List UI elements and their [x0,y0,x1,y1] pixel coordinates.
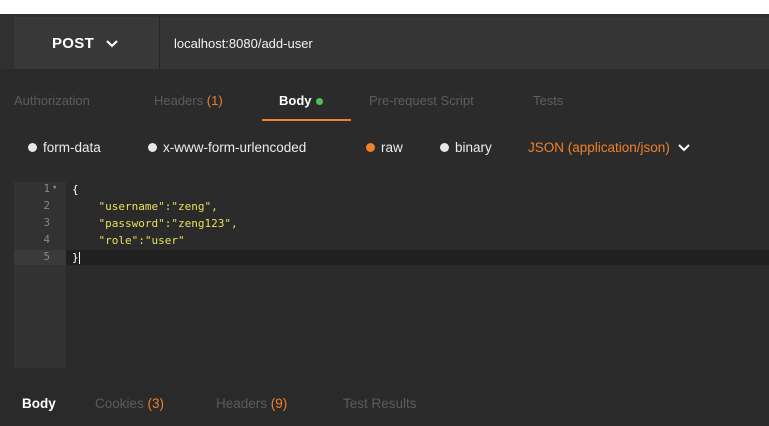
radio-icon [148,142,157,152]
active-tab-indicator [262,119,351,121]
response-tab-body[interactable]: Body [22,382,56,426]
line-number: 4 [43,234,50,246]
tab-count: (3) [147,396,165,411]
tab-authorization[interactable]: Authorization [14,81,90,121]
body-type-options: form-data x-www-form-urlencoded raw bina… [0,130,769,166]
active-dot-icon [315,98,323,106]
line-number: 1 [43,183,50,195]
code-line: } [72,251,80,264]
tab-label: Headers [154,93,204,108]
line-number: 3 [43,217,50,229]
chevron-down-icon [678,140,690,155]
radio-icon [440,142,449,152]
response-tab-test-results[interactable]: Test Results [343,382,417,426]
radio-selected-icon [366,142,375,152]
tab-tests[interactable]: Tests [533,81,563,121]
code-editor[interactable]: 1 ▾ 2 3 4 5 { "username":"zeng", "passwo… [14,182,769,368]
chevron-down-icon [106,35,118,51]
method-dropdown[interactable]: POST [14,17,160,69]
option-label: x-www-form-urlencoded [163,140,307,155]
tab-label: Body [22,396,56,411]
response-tab-headers[interactable]: Headers (9) [216,382,287,426]
tab-label: Authorization [14,93,90,108]
window-top-edge [0,0,769,14]
radio-raw[interactable]: raw [366,130,403,166]
line-number: 5 [43,251,50,263]
url-text: localhost:8080/add-user [174,35,313,51]
option-label: raw [381,140,403,155]
tab-headers[interactable]: Headers (1) [154,81,223,121]
response-tabs: Body Cookies (3) Headers (9) Test Result… [0,382,769,426]
tab-label: Tests [533,93,564,108]
tab-body[interactable]: Body [279,81,323,121]
tab-label: Body [279,93,312,108]
request-tabs: Authorization Headers (1) Body Pre-reque… [0,81,769,121]
url-input[interactable]: localhost:8080/add-user [160,17,769,69]
code-line: "username":"zeng", [72,200,218,213]
tab-count: (9) [270,396,288,411]
content-type-dropdown[interactable]: JSON (application/json) [528,130,690,166]
tab-label: Pre-request Script [369,93,474,108]
radio-form-data[interactable]: form-data [28,130,101,166]
tab-label: Headers [216,396,268,411]
option-label: form-data [43,140,101,155]
radio-icon [28,142,37,152]
content-type-label: JSON (application/json) [528,140,670,155]
radio-urlencoded[interactable]: x-www-form-urlencoded [148,130,306,166]
option-label: binary [455,140,492,155]
code-line: { [72,183,79,196]
response-tab-cookies[interactable]: Cookies (3) [95,382,164,426]
method-label: POST [52,34,95,52]
code-line: "password":"zeng123", [72,217,238,230]
tab-count: (1) [206,93,223,108]
tab-pre-request-script[interactable]: Pre-request Script [369,81,474,121]
code-line: "role":"user" [72,234,185,247]
fold-arrow-icon[interactable]: ▾ [52,183,57,193]
tab-label: Test Results [343,396,417,411]
tab-label: Cookies [95,396,144,411]
line-number: 2 [43,200,50,212]
active-line-highlight [66,250,769,265]
text-cursor [78,252,80,264]
radio-binary[interactable]: binary [440,130,492,166]
